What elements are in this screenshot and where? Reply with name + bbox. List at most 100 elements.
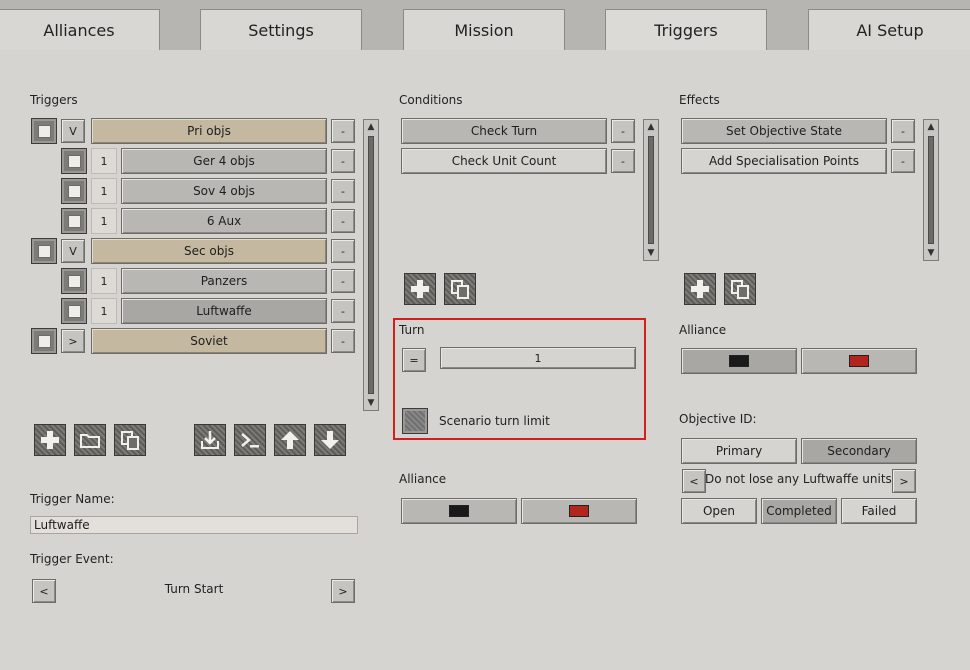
state-completed-button[interactable]: Completed xyxy=(761,498,837,524)
remove-condition-button[interactable]: - xyxy=(611,119,635,143)
conditions-scrollbar[interactable]: ▲ ▼ xyxy=(643,119,659,261)
add-icon[interactable] xyxy=(684,273,716,305)
alliance-color-swatch xyxy=(729,355,749,367)
trigger-name-label: Trigger Name: xyxy=(30,492,115,506)
trigger-order: 1 xyxy=(91,208,117,234)
trigger-item-sec-objs[interactable]: Sec objs xyxy=(91,238,327,264)
expand-toggle[interactable]: V xyxy=(61,119,85,143)
trigger-order: 1 xyxy=(91,298,117,324)
trigger-event-label: Trigger Event: xyxy=(30,552,114,566)
copy-icon[interactable] xyxy=(444,273,476,305)
remove-condition-button[interactable]: - xyxy=(611,149,635,173)
conditions-alliance-heading: Alliance xyxy=(399,472,447,486)
tab-strip: Alliances Settings Mission Triggers AI S… xyxy=(0,0,970,50)
expand-toggle[interactable]: V xyxy=(61,239,85,263)
trigger-enable-checkbox[interactable] xyxy=(31,238,57,264)
trigger-item-luftwaffe[interactable]: Luftwaffe xyxy=(121,298,327,324)
trigger-item-soviet[interactable]: Soviet xyxy=(91,328,327,354)
copy-icon[interactable] xyxy=(114,424,146,456)
effects-scrollbar[interactable]: ▲ ▼ xyxy=(923,119,939,261)
effect-item-add-specialisation-points[interactable]: Add Specialisation Points xyxy=(681,148,887,174)
tab-label: Settings xyxy=(248,20,314,40)
remove-trigger-button[interactable]: - xyxy=(331,269,355,293)
objective-id-heading: Objective ID: xyxy=(679,412,757,426)
add-icon[interactable] xyxy=(404,273,436,305)
triggers-heading: Triggers xyxy=(30,93,78,107)
trigger-enable-checkbox[interactable] xyxy=(31,118,57,144)
condition-item-check-turn[interactable]: Check Turn xyxy=(401,118,607,144)
objective-type-primary[interactable]: Primary xyxy=(681,438,797,464)
trigger-item-ger-4-objs[interactable]: Ger 4 objs xyxy=(121,148,327,174)
remove-trigger-button[interactable]: - xyxy=(331,239,355,263)
tab-label: AI Setup xyxy=(856,20,924,40)
state-failed-button[interactable]: Failed xyxy=(841,498,917,524)
expand-toggle[interactable]: > xyxy=(61,329,85,353)
trigger-event-value: Turn Start xyxy=(164,582,224,596)
effect-item-set-objective-state[interactable]: Set Objective State xyxy=(681,118,887,144)
conditions-heading: Conditions xyxy=(399,93,463,107)
tab-settings[interactable]: Settings xyxy=(200,9,362,50)
alliance-option-red[interactable] xyxy=(801,348,917,374)
scroll-track[interactable] xyxy=(648,136,654,244)
copy-icon[interactable] xyxy=(724,273,756,305)
effects-alliance-heading: Alliance xyxy=(679,323,727,337)
add-icon[interactable] xyxy=(34,424,66,456)
remove-trigger-button[interactable]: - xyxy=(331,299,355,323)
state-open-button[interactable]: Open xyxy=(681,498,757,524)
tab-label: Triggers xyxy=(654,20,718,40)
trigger-item-sov-4-objs[interactable]: Sov 4 objs xyxy=(121,178,327,204)
trigger-order: 1 xyxy=(91,268,117,294)
scroll-track[interactable] xyxy=(368,136,374,394)
objective-prev-button[interactable]: < xyxy=(682,469,706,493)
alliance-option-red[interactable] xyxy=(521,498,637,524)
remove-trigger-button[interactable]: - xyxy=(331,209,355,233)
tab-alliances[interactable]: Alliances xyxy=(0,9,160,50)
tab-label: Alliances xyxy=(43,20,115,40)
scroll-down-arrow-icon[interactable]: ▼ xyxy=(644,246,658,260)
alliance-color-swatch xyxy=(449,505,469,517)
event-next-button[interactable]: > xyxy=(331,579,355,603)
remove-trigger-button[interactable]: - xyxy=(331,329,355,353)
scroll-up-arrow-icon[interactable]: ▲ xyxy=(644,120,658,134)
console-icon[interactable] xyxy=(234,424,266,456)
trigger-enable-checkbox[interactable] xyxy=(31,328,57,354)
folder-icon[interactable] xyxy=(74,424,106,456)
tab-label: Mission xyxy=(454,20,514,40)
trigger-item-pri-objs[interactable]: Pri objs xyxy=(91,118,327,144)
tab-mission[interactable]: Mission xyxy=(403,9,565,50)
alliance-option-black[interactable] xyxy=(401,498,517,524)
scroll-up-arrow-icon[interactable]: ▲ xyxy=(924,120,938,134)
alliance-option-black[interactable] xyxy=(681,348,797,374)
trigger-item-panzers[interactable]: Panzers xyxy=(121,268,327,294)
remove-trigger-button[interactable]: - xyxy=(331,179,355,203)
condition-item-check-unit-count[interactable]: Check Unit Count xyxy=(401,148,607,174)
remove-effect-button[interactable]: - xyxy=(891,119,915,143)
trigger-enable-checkbox[interactable] xyxy=(61,298,87,324)
tab-triggers[interactable]: Triggers xyxy=(605,9,767,50)
trigger-enable-checkbox[interactable] xyxy=(61,268,87,294)
move-up-icon[interactable] xyxy=(274,424,306,456)
highlight-box xyxy=(393,318,646,440)
tab-ai-setup[interactable]: AI Setup xyxy=(808,9,970,50)
objective-type-secondary[interactable]: Secondary xyxy=(801,438,917,464)
scroll-down-arrow-icon[interactable]: ▼ xyxy=(924,246,938,260)
event-prev-button[interactable]: < xyxy=(32,579,56,603)
trigger-enable-checkbox[interactable] xyxy=(61,208,87,234)
scroll-down-arrow-icon[interactable]: ▼ xyxy=(364,396,378,410)
scroll-up-arrow-icon[interactable]: ▲ xyxy=(364,120,378,134)
trigger-order: 1 xyxy=(91,178,117,204)
trigger-enable-checkbox[interactable] xyxy=(61,148,87,174)
remove-trigger-button[interactable]: - xyxy=(331,149,355,173)
move-down-icon[interactable] xyxy=(314,424,346,456)
trigger-item-6-aux[interactable]: 6 Aux xyxy=(121,208,327,234)
remove-trigger-button[interactable]: - xyxy=(331,119,355,143)
trigger-enable-checkbox[interactable] xyxy=(61,178,87,204)
effects-heading: Effects xyxy=(679,93,720,107)
objective-next-button[interactable]: > xyxy=(892,469,916,493)
remove-effect-button[interactable]: - xyxy=(891,149,915,173)
alliance-color-swatch xyxy=(569,505,589,517)
trigger-name-input[interactable]: Luftwaffe xyxy=(30,516,358,534)
scroll-track[interactable] xyxy=(928,136,934,244)
import-icon[interactable] xyxy=(194,424,226,456)
triggers-scrollbar[interactable]: ▲ ▼ xyxy=(363,119,379,411)
